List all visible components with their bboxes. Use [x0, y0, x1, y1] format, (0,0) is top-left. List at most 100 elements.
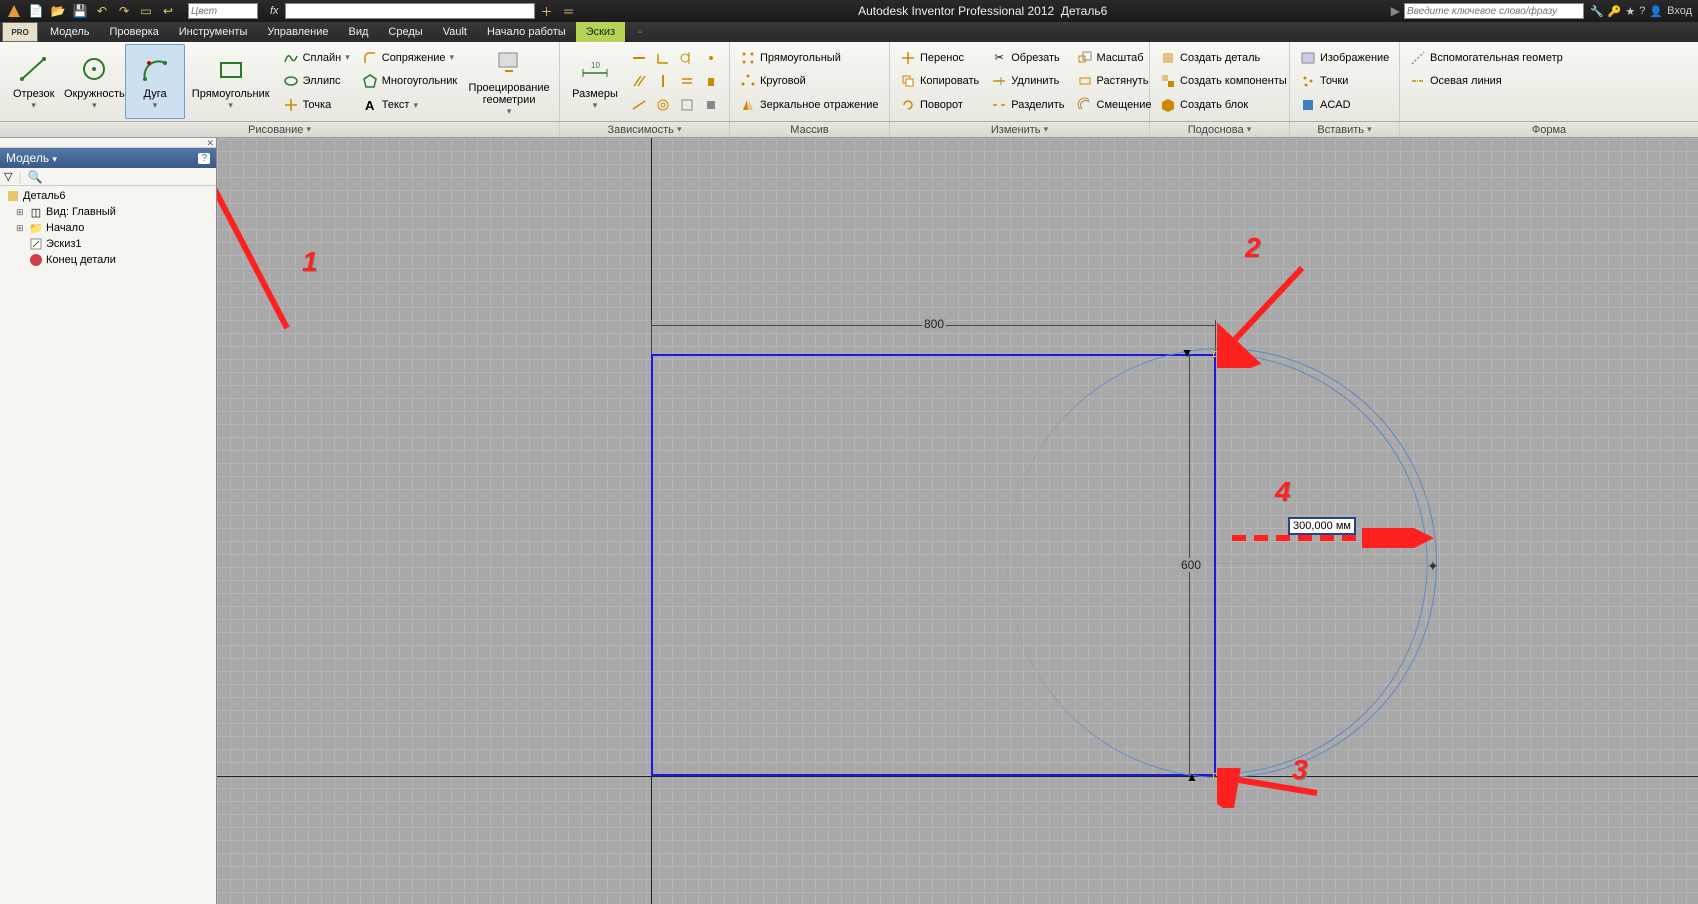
trim-button[interactable]: ✂Обрезать: [988, 47, 1067, 69]
panel-label-constraint[interactable]: Зависимость ▾: [560, 122, 730, 137]
constraint-concentric-icon[interactable]: [652, 94, 674, 116]
split-button[interactable]: Разделить: [988, 94, 1067, 116]
createblock-button[interactable]: Создать блок: [1157, 94, 1290, 116]
color-input[interactable]: [188, 3, 258, 19]
dimension-button[interactable]: 10 Размеры▾: [564, 44, 626, 119]
rect-button[interactable]: Прямоугольник▾: [185, 44, 277, 119]
arc-button[interactable]: Дуга▾: [125, 44, 184, 119]
rotate-button[interactable]: Поворот: [897, 94, 982, 116]
stretch-button[interactable]: Растянуть: [1074, 70, 1155, 92]
search-input[interactable]: [1404, 3, 1584, 19]
tree-sketch[interactable]: Эскиз1: [2, 236, 214, 252]
menu-sketch[interactable]: Эскиз: [576, 22, 625, 42]
panel-label-draw[interactable]: Рисование ▾: [0, 122, 560, 137]
fx-eq-icon[interactable]: ＝: [559, 2, 579, 20]
find-icon[interactable]: 🔍: [28, 170, 43, 184]
points-button[interactable]: Точки: [1297, 70, 1392, 92]
select-icon[interactable]: ▭: [136, 2, 156, 20]
constraint-colinear-icon[interactable]: [628, 94, 650, 116]
menu-model[interactable]: Модель: [40, 22, 99, 42]
canvas-area[interactable]: 800 600 300,000 мм ✦ ▲ ▲ 1 2 3: [217, 138, 1698, 904]
user-icon[interactable]: 👤: [1649, 5, 1663, 18]
login-label[interactable]: Вход: [1667, 5, 1692, 17]
tree-root[interactable]: Деталь6: [2, 188, 214, 204]
menu-manage[interactable]: Управление: [257, 22, 338, 42]
menu-check[interactable]: Проверка: [99, 22, 168, 42]
image-button[interactable]: Изображение: [1297, 47, 1392, 69]
tree-origin[interactable]: ⊞📁Начало: [2, 220, 214, 236]
acad-button[interactable]: ACAD: [1297, 94, 1392, 116]
filter-icon[interactable]: ▽: [4, 170, 12, 183]
point-button[interactable]: Точка: [280, 94, 353, 116]
dim-width-value[interactable]: 800: [922, 317, 946, 331]
createcomp-button[interactable]: Создать компоненты: [1157, 70, 1290, 92]
menu-vault[interactable]: Vault: [433, 22, 477, 42]
save-icon[interactable]: 💾: [70, 2, 90, 20]
panel-label-array[interactable]: Массив: [730, 122, 890, 137]
centerline-button[interactable]: Осевая линия: [1407, 70, 1566, 92]
scale-button[interactable]: Масштаб: [1074, 47, 1155, 69]
trim-label: Обрезать: [1011, 52, 1060, 64]
return-icon[interactable]: ↩: [158, 2, 178, 20]
image-icon: [1300, 50, 1316, 66]
extend-button[interactable]: Удлинить: [988, 70, 1067, 92]
fillet-button[interactable]: Сопряжение ▾: [359, 47, 460, 69]
construction-button[interactable]: Вспомогательная геометр: [1407, 47, 1566, 69]
panel-label-base[interactable]: Подоснова ▾: [1150, 122, 1290, 137]
constraint-fix-icon[interactable]: [700, 70, 722, 92]
panel-label-modify[interactable]: Изменить ▾: [890, 122, 1150, 137]
circle-button[interactable]: Окружность▾: [63, 44, 125, 119]
menu-tools[interactable]: Инструменты: [169, 22, 258, 42]
fx-input[interactable]: [285, 3, 535, 19]
offset-button[interactable]: Смещение: [1074, 94, 1155, 116]
new-icon[interactable]: 📄: [26, 2, 46, 20]
constraint-tangent-icon[interactable]: [676, 47, 698, 69]
panel-label-insert[interactable]: Вставить ▾: [1290, 122, 1400, 137]
array-circ-button[interactable]: Круговой: [737, 70, 882, 92]
constraint-perp-icon[interactable]: [652, 47, 674, 69]
help-icon[interactable]: ?: [1639, 5, 1645, 17]
dimension-input[interactable]: 300,000 мм: [1288, 517, 1356, 535]
panel-close-icon[interactable]: ✕: [206, 138, 216, 147]
menu-start[interactable]: Начало работы: [477, 22, 576, 42]
fx-plus-icon[interactable]: ＋: [537, 2, 557, 20]
tool-icon[interactable]: 🔧: [1590, 5, 1604, 18]
pro-badge[interactable]: PRO: [2, 22, 38, 42]
model-toolbar: ▽ | 🔍: [0, 168, 216, 186]
menu-view[interactable]: Вид: [339, 22, 379, 42]
constraint-vert-icon[interactable]: [652, 70, 674, 92]
model-help-icon[interactable]: ?: [198, 153, 210, 164]
tree-view[interactable]: ⊞◫Вид: Главный: [2, 204, 214, 220]
redo-icon[interactable]: ↷: [114, 2, 134, 20]
menu-extra-icon[interactable]: ▫: [625, 22, 655, 42]
array-mirror-button[interactable]: Зеркальное отражение: [737, 94, 882, 116]
qat-right-arrow[interactable]: ▶: [1387, 4, 1404, 18]
project-button[interactable]: Проецирование геометрии▾: [463, 44, 555, 119]
model-header: Модель ▾ ?: [0, 148, 216, 168]
app-icon[interactable]: [4, 2, 24, 20]
spline-button[interactable]: Сплайн ▾: [280, 47, 353, 69]
key-icon[interactable]: 🔑: [1608, 5, 1622, 18]
centerline-icon: [1410, 73, 1426, 89]
star-icon[interactable]: ★: [1625, 5, 1635, 18]
copy-button[interactable]: Копировать: [897, 70, 982, 92]
tree-end[interactable]: Конец детали: [2, 252, 214, 268]
undo-icon[interactable]: ↶: [92, 2, 112, 20]
ellipse-button[interactable]: Эллипс: [280, 70, 353, 92]
constraint-settings-icon[interactable]: [700, 94, 722, 116]
panel-label-format[interactable]: Форма: [1400, 122, 1698, 137]
qat: 📄 📂 💾 ↶ ↷ ▭ ↩ fx ＋ ＝: [0, 2, 579, 20]
constraint-coincident-icon[interactable]: [700, 47, 722, 69]
constraint-show-icon[interactable]: [676, 94, 698, 116]
polygon-button[interactable]: Многоугольник: [359, 70, 460, 92]
open-icon[interactable]: 📂: [48, 2, 68, 20]
constraint-equal-icon[interactable]: [676, 70, 698, 92]
constraint-parallel-icon[interactable]: [628, 70, 650, 92]
text-button[interactable]: AТекст ▾: [359, 94, 460, 116]
segment-button[interactable]: Отрезок▾: [4, 44, 63, 119]
array-rect-button[interactable]: Прямоугольный: [737, 47, 882, 69]
menu-env[interactable]: Среды: [378, 22, 432, 42]
constraint-horiz-icon[interactable]: [628, 47, 650, 69]
move-button[interactable]: Перенос: [897, 47, 982, 69]
createpart-button[interactable]: Создать деталь: [1157, 47, 1290, 69]
